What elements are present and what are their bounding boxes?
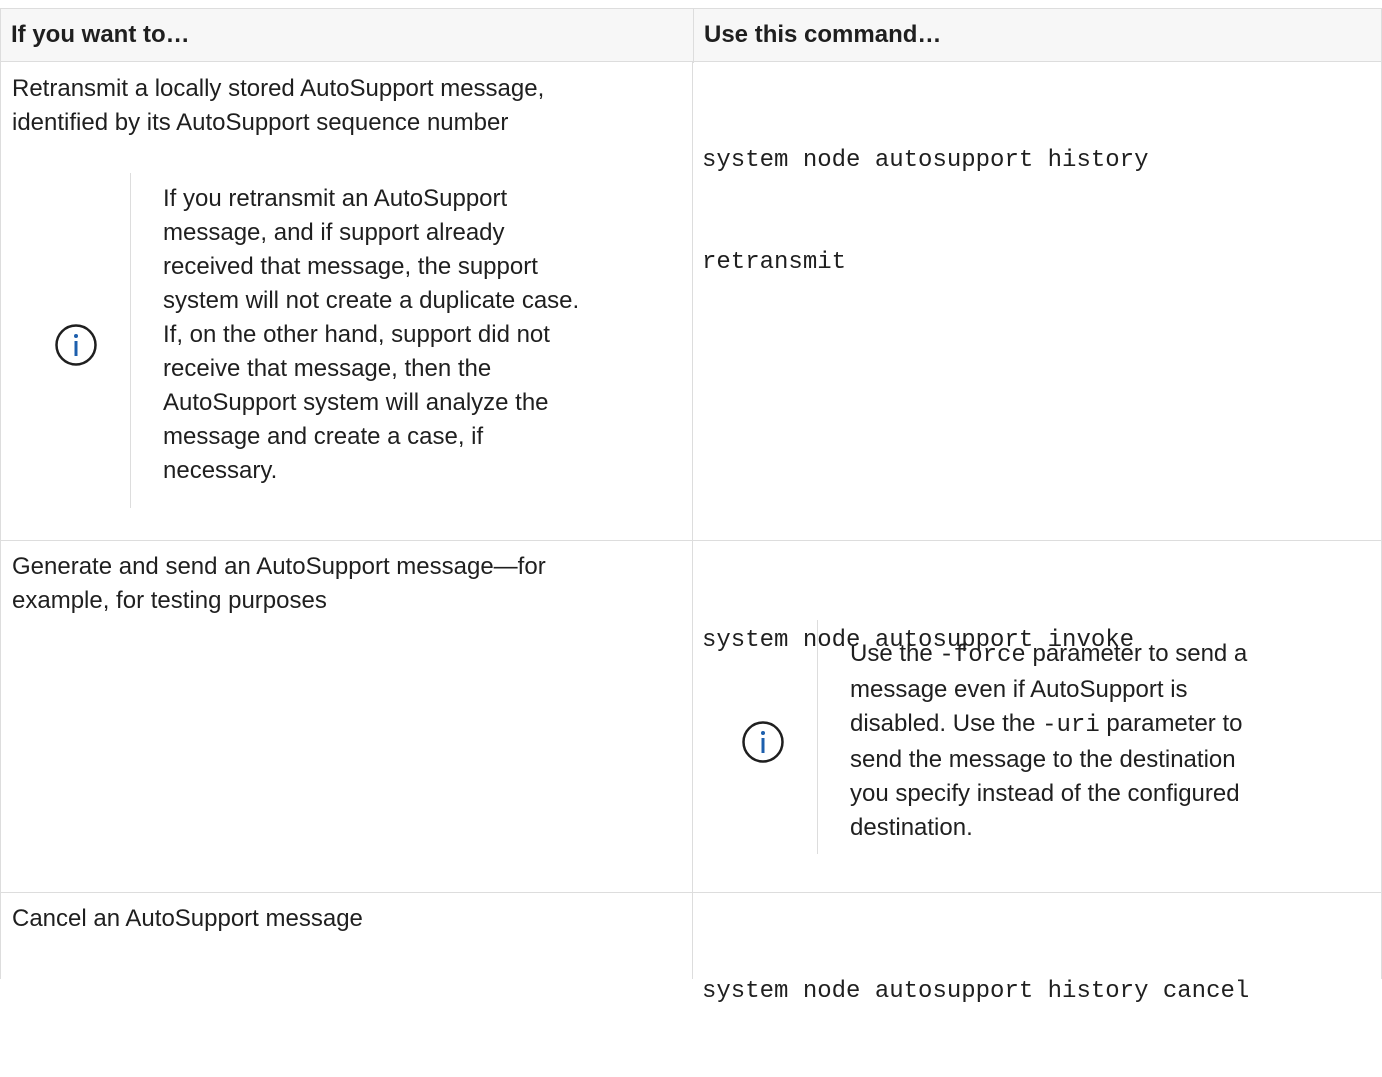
task-cell-invoke: Generate and send an AutoSupport message… (12, 553, 546, 614)
note-divider (130, 173, 131, 508)
info-circle-icon (55, 324, 97, 366)
row-divider-2 (0, 892, 1382, 893)
note-divider (817, 620, 818, 854)
command-retransmit: system node autosupport history retransm… (702, 147, 1149, 276)
inline-code-force: -force (939, 642, 1026, 669)
row-divider-1 (0, 540, 1382, 541)
note-retransmit: If you retransmit an AutoSupport message… (163, 185, 580, 484)
table-border-left (0, 62, 1, 979)
inline-code-uri: -uri (1042, 712, 1100, 739)
info-circle-icon (742, 721, 784, 763)
command-cancel: system node autosupport history cancel (702, 978, 1250, 1005)
task-cell-cancel: Cancel an AutoSupport message (12, 905, 363, 932)
header-cell-command: Use this command… (693, 9, 1382, 63)
task-cell-retransmit: Retransmit a locally stored AutoSupport … (12, 75, 545, 136)
header-cell-task: If you want to… (0, 9, 692, 63)
note-invoke: Use the -force parameter to send a messa… (850, 640, 1248, 841)
column-divider (692, 62, 693, 979)
autosupport-command-table: If you want to… Use this command… Retran… (0, 8, 1382, 1005)
table-header: If you want to… Use this command… (0, 8, 1382, 63)
